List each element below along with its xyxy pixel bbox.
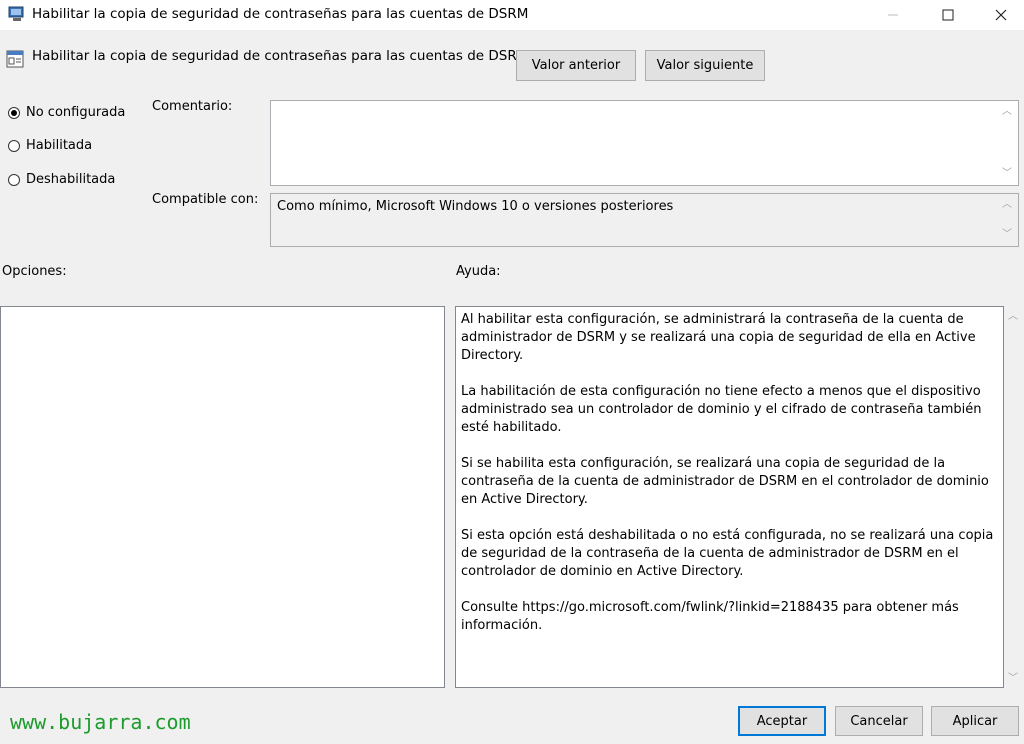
radio-label: No configurada bbox=[26, 105, 126, 120]
close-icon[interactable] bbox=[978, 0, 1024, 30]
help-paragraph: Si esta opción está deshabilitada o no e… bbox=[461, 528, 994, 579]
apply-button[interactable]: Aplicar bbox=[931, 706, 1019, 736]
compatible-value: Como mínimo, Microsoft Windows 10 o vers… bbox=[277, 199, 674, 214]
help-paragraph: Si se habilita esta configuración, se re… bbox=[461, 456, 989, 507]
options-panel bbox=[0, 306, 445, 688]
previous-setting-button[interactable]: Valor anterior bbox=[516, 50, 636, 81]
comment-label: Comentario: bbox=[152, 99, 233, 114]
comment-textbox[interactable]: ︿ ﹀ bbox=[270, 100, 1019, 186]
scroll-up-icon[interactable]: ︿ bbox=[1002, 200, 1012, 210]
radio-label: Deshabilitada bbox=[26, 172, 116, 187]
help-paragraph: La habilitación de esta configuración no… bbox=[461, 384, 982, 435]
policy-setting-icon bbox=[6, 50, 24, 68]
scroll-up-icon[interactable]: ︿ bbox=[1008, 312, 1018, 322]
help-paragraph: Al habilitar esta configuración, se admi… bbox=[461, 312, 976, 363]
help-label: Ayuda: bbox=[456, 264, 501, 279]
next-setting-button[interactable]: Valor siguiente bbox=[645, 50, 765, 81]
minimize-icon[interactable] bbox=[870, 0, 916, 30]
policy-title: Habilitar la copia de seguridad de contr… bbox=[32, 48, 529, 64]
radio-disabled[interactable]: Deshabilitada bbox=[8, 172, 115, 187]
scroll-down-icon[interactable]: ﹀ bbox=[1002, 169, 1012, 179]
policy-editor-icon bbox=[8, 6, 26, 22]
scroll-down-icon[interactable]: ﹀ bbox=[1008, 674, 1018, 684]
radio-indicator[interactable] bbox=[8, 106, 20, 119]
watermark: www.bujarra.com bbox=[10, 710, 191, 734]
radio-label: Habilitada bbox=[26, 138, 93, 153]
radio-indicator[interactable] bbox=[8, 173, 20, 186]
compatible-textbox: Como mínimo, Microsoft Windows 10 o vers… bbox=[270, 193, 1019, 247]
scroll-down-icon[interactable]: ﹀ bbox=[1002, 230, 1012, 240]
cancel-button[interactable]: Cancelar bbox=[835, 706, 923, 736]
scroll-up-icon[interactable]: ︿ bbox=[1002, 107, 1012, 117]
compatible-label: Compatible con: bbox=[152, 192, 259, 207]
title-bar: Habilitar la copia de seguridad de contr… bbox=[0, 0, 1024, 30]
help-paragraph: Consulte https://go.microsoft.com/fwlink… bbox=[461, 600, 959, 633]
radio-enabled[interactable]: Habilitada bbox=[8, 138, 92, 153]
ok-button[interactable]: Aceptar bbox=[738, 706, 826, 736]
options-label: Opciones: bbox=[2, 264, 67, 279]
help-panel: Al habilitar esta configuración, se admi… bbox=[455, 306, 1004, 688]
radio-indicator[interactable] bbox=[8, 139, 20, 152]
window-title: Habilitar la copia de seguridad de contr… bbox=[32, 6, 529, 22]
radio-not-configured[interactable]: No configurada bbox=[8, 105, 125, 120]
maximize-icon[interactable] bbox=[925, 0, 971, 30]
